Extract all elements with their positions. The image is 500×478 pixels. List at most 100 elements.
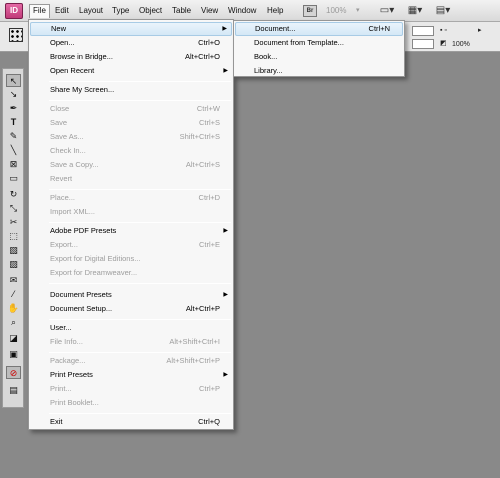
menu-item-close[interactable]: Close Ctrl+W — [30, 102, 232, 116]
fill-stroke-swatch-icon[interactable]: ◪ — [6, 332, 21, 345]
file-menu: New ▶ Open... Ctrl+O Browse in Bridge...… — [28, 19, 234, 430]
type-tool-icon[interactable]: T — [6, 116, 21, 129]
zoom-level-field[interactable]: 100% — [326, 4, 366, 18]
menu-window[interactable]: Window — [225, 4, 259, 18]
opacity-icon[interactable]: ◩ — [440, 39, 447, 49]
menu-item-open[interactable]: Open... Ctrl+O — [30, 36, 232, 50]
line-tool-icon[interactable]: ╲ — [6, 144, 21, 157]
panel-menu-icon[interactable]: ▸ — [478, 26, 482, 36]
scale-tool-icon[interactable]: ⤡ — [6, 202, 21, 215]
menu-object[interactable]: Object — [136, 4, 165, 18]
zoom-dropdown-icon[interactable]: ▾ — [356, 4, 360, 18]
menu-item-new[interactable]: New ▶ — [30, 22, 232, 36]
rotate-tool-icon[interactable]: ↻ — [6, 188, 21, 201]
menu-item-share-my-screen[interactable]: Share My Screen... — [30, 83, 232, 97]
submenu-item-book[interactable]: Book... — [235, 50, 403, 64]
submenu-item-label: Library... — [254, 66, 283, 75]
menu-item-export-digital-editions[interactable]: Export for Digital Editions... — [30, 252, 232, 266]
menu-item-print-presets[interactable]: Print Presets ▶ — [30, 368, 232, 382]
menu-item-check-in[interactable]: Check In... — [30, 144, 232, 158]
new-submenu: Document... Ctrl+N Document from Templat… — [233, 20, 405, 77]
menu-file[interactable]: File — [29, 4, 50, 18]
reference-point-icon[interactable] — [9, 28, 23, 42]
menu-item-shortcut: Alt+Shift+Ctrl+P — [166, 356, 220, 365]
stroke-weight-field[interactable] — [412, 26, 434, 36]
pen-tool-icon[interactable]: ✒ — [6, 102, 21, 115]
menu-item-save-as[interactable]: Save As... Shift+Ctrl+S — [30, 130, 232, 144]
menu-item-file-info[interactable]: File Info... Alt+Shift+Ctrl+I — [30, 335, 232, 349]
view-options-button[interactable]: ▭▾ — [376, 3, 398, 19]
menu-view[interactable]: View — [198, 4, 221, 18]
tools-panel: ↖ ↘ ✒ T ✎ ╲ ⊠ ▭ ↻ ⤡ ✂ ⬚ ▧ ▨ ✉ ⁄ ✋ ⌕ ◪ ▣ … — [2, 68, 24, 408]
menu-item-shortcut: Alt+Ctrl+S — [185, 160, 220, 169]
opacity-value[interactable]: 100% — [452, 40, 470, 50]
submenu-item-label: Document from Template... — [254, 38, 344, 47]
selection-tool-icon[interactable]: ↖ — [6, 74, 21, 87]
gradient-tool-icon[interactable]: ▧ — [6, 244, 21, 257]
menu-item-save-a-copy[interactable]: Save a Copy... Alt+Ctrl+S — [30, 158, 232, 172]
menu-item-label: Save As... — [50, 132, 84, 141]
menu-item-label: Adobe PDF Presets — [50, 226, 117, 235]
menu-item-print[interactable]: Print... Ctrl+P — [30, 382, 232, 396]
scissors-tool-icon[interactable]: ✂ — [6, 216, 21, 229]
menu-item-export-dreamweaver[interactable]: Export for Dreamweaver... — [30, 266, 232, 280]
menu-item-label: Share My Screen... — [50, 85, 115, 94]
screen-mode-icon[interactable]: ▤ — [6, 384, 21, 397]
menu-item-print-booklet[interactable]: Print Booklet... — [30, 396, 232, 410]
menu-item-import-xml[interactable]: Import XML... — [30, 205, 232, 219]
menu-item-place[interactable]: Place... Ctrl+D — [30, 191, 232, 205]
screen-mode-button[interactable]: ▦▾ — [404, 3, 426, 19]
submenu-arrow-icon: ▶ — [223, 228, 228, 234]
arrange-documents-button[interactable]: ▤▾ — [432, 3, 454, 19]
menu-item-open-recent[interactable]: Open Recent ▶ — [30, 64, 232, 78]
menu-item-revert[interactable]: Revert — [30, 172, 232, 186]
menu-item-label: Export for Digital Editions... — [50, 254, 141, 263]
gradient-feather-tool-icon[interactable]: ▨ — [6, 258, 21, 271]
menu-item-shortcut: Alt+Ctrl+P — [185, 304, 220, 313]
menu-item-label: User... — [50, 323, 72, 332]
rectangle-tool-icon[interactable]: ▭ — [6, 172, 21, 185]
eyedropper-tool-icon[interactable]: ⁄ — [6, 288, 21, 301]
menu-item-label: Exit — [50, 417, 63, 426]
submenu-item-library[interactable]: Library... — [235, 64, 403, 78]
submenu-arrow-icon: ▶ — [222, 26, 227, 32]
normal-mode-icon[interactable]: ⊘ — [6, 366, 21, 379]
pencil-tool-icon[interactable]: ✎ — [6, 130, 21, 143]
menu-item-shortcut: Ctrl+O — [198, 38, 220, 47]
menu-item-exit[interactable]: Exit Ctrl+Q — [30, 415, 232, 429]
menu-item-document-setup[interactable]: Document Setup... Alt+Ctrl+P — [30, 302, 232, 316]
menu-item-label: Export... — [50, 240, 78, 249]
menu-item-browse-in-bridge[interactable]: Browse in Bridge... Alt+Ctrl+O — [30, 50, 232, 64]
stroke-swatch-icon[interactable]: ▪ ▫ — [440, 26, 447, 36]
bridge-button[interactable]: Br — [303, 5, 317, 17]
hand-tool-icon[interactable]: ✋ — [6, 302, 21, 315]
menu-item-save[interactable]: Save Ctrl+S — [30, 116, 232, 130]
stroke-type-field[interactable] — [412, 39, 434, 49]
zoom-tool-icon[interactable]: ⌕ — [6, 316, 21, 329]
menu-item-label: Document Setup... — [50, 304, 113, 313]
menu-type[interactable]: Type — [109, 4, 132, 18]
menu-item-package[interactable]: Package... Alt+Shift+Ctrl+P — [30, 354, 232, 368]
menu-item-label: Revert — [50, 174, 73, 183]
menu-item-label: Export for Dreamweaver... — [50, 268, 138, 277]
apply-color-icon[interactable]: ▣ — [6, 348, 21, 361]
note-tool-icon[interactable]: ✉ — [6, 274, 21, 287]
menu-item-user[interactable]: User... — [30, 321, 232, 335]
menu-item-label: Save a Copy... — [50, 160, 99, 169]
rectangle-frame-tool-icon[interactable]: ⊠ — [6, 158, 21, 171]
submenu-item-document-from-template[interactable]: Document from Template... — [235, 36, 403, 50]
menu-table[interactable]: Table — [169, 4, 194, 18]
direct-selection-tool-icon[interactable]: ↘ — [6, 88, 21, 101]
menu-layout[interactable]: Layout — [76, 4, 106, 18]
menu-item-label: Print Booklet... — [50, 398, 99, 407]
menu-help[interactable]: Help — [264, 4, 286, 18]
free-transform-tool-icon[interactable]: ⬚ — [6, 230, 21, 243]
submenu-item-document[interactable]: Document... Ctrl+N — [235, 22, 403, 36]
menu-item-adobe-pdf-presets[interactable]: Adobe PDF Presets ▶ — [30, 224, 232, 238]
menu-separator — [49, 319, 231, 320]
menu-item-document-presets[interactable]: Document Presets ▶ — [30, 288, 232, 302]
menu-separator — [49, 283, 231, 284]
menu-item-shortcut: Alt+Ctrl+O — [184, 52, 220, 61]
menu-item-export[interactable]: Export... Ctrl+E — [30, 238, 232, 252]
menu-edit[interactable]: Edit — [52, 4, 72, 18]
